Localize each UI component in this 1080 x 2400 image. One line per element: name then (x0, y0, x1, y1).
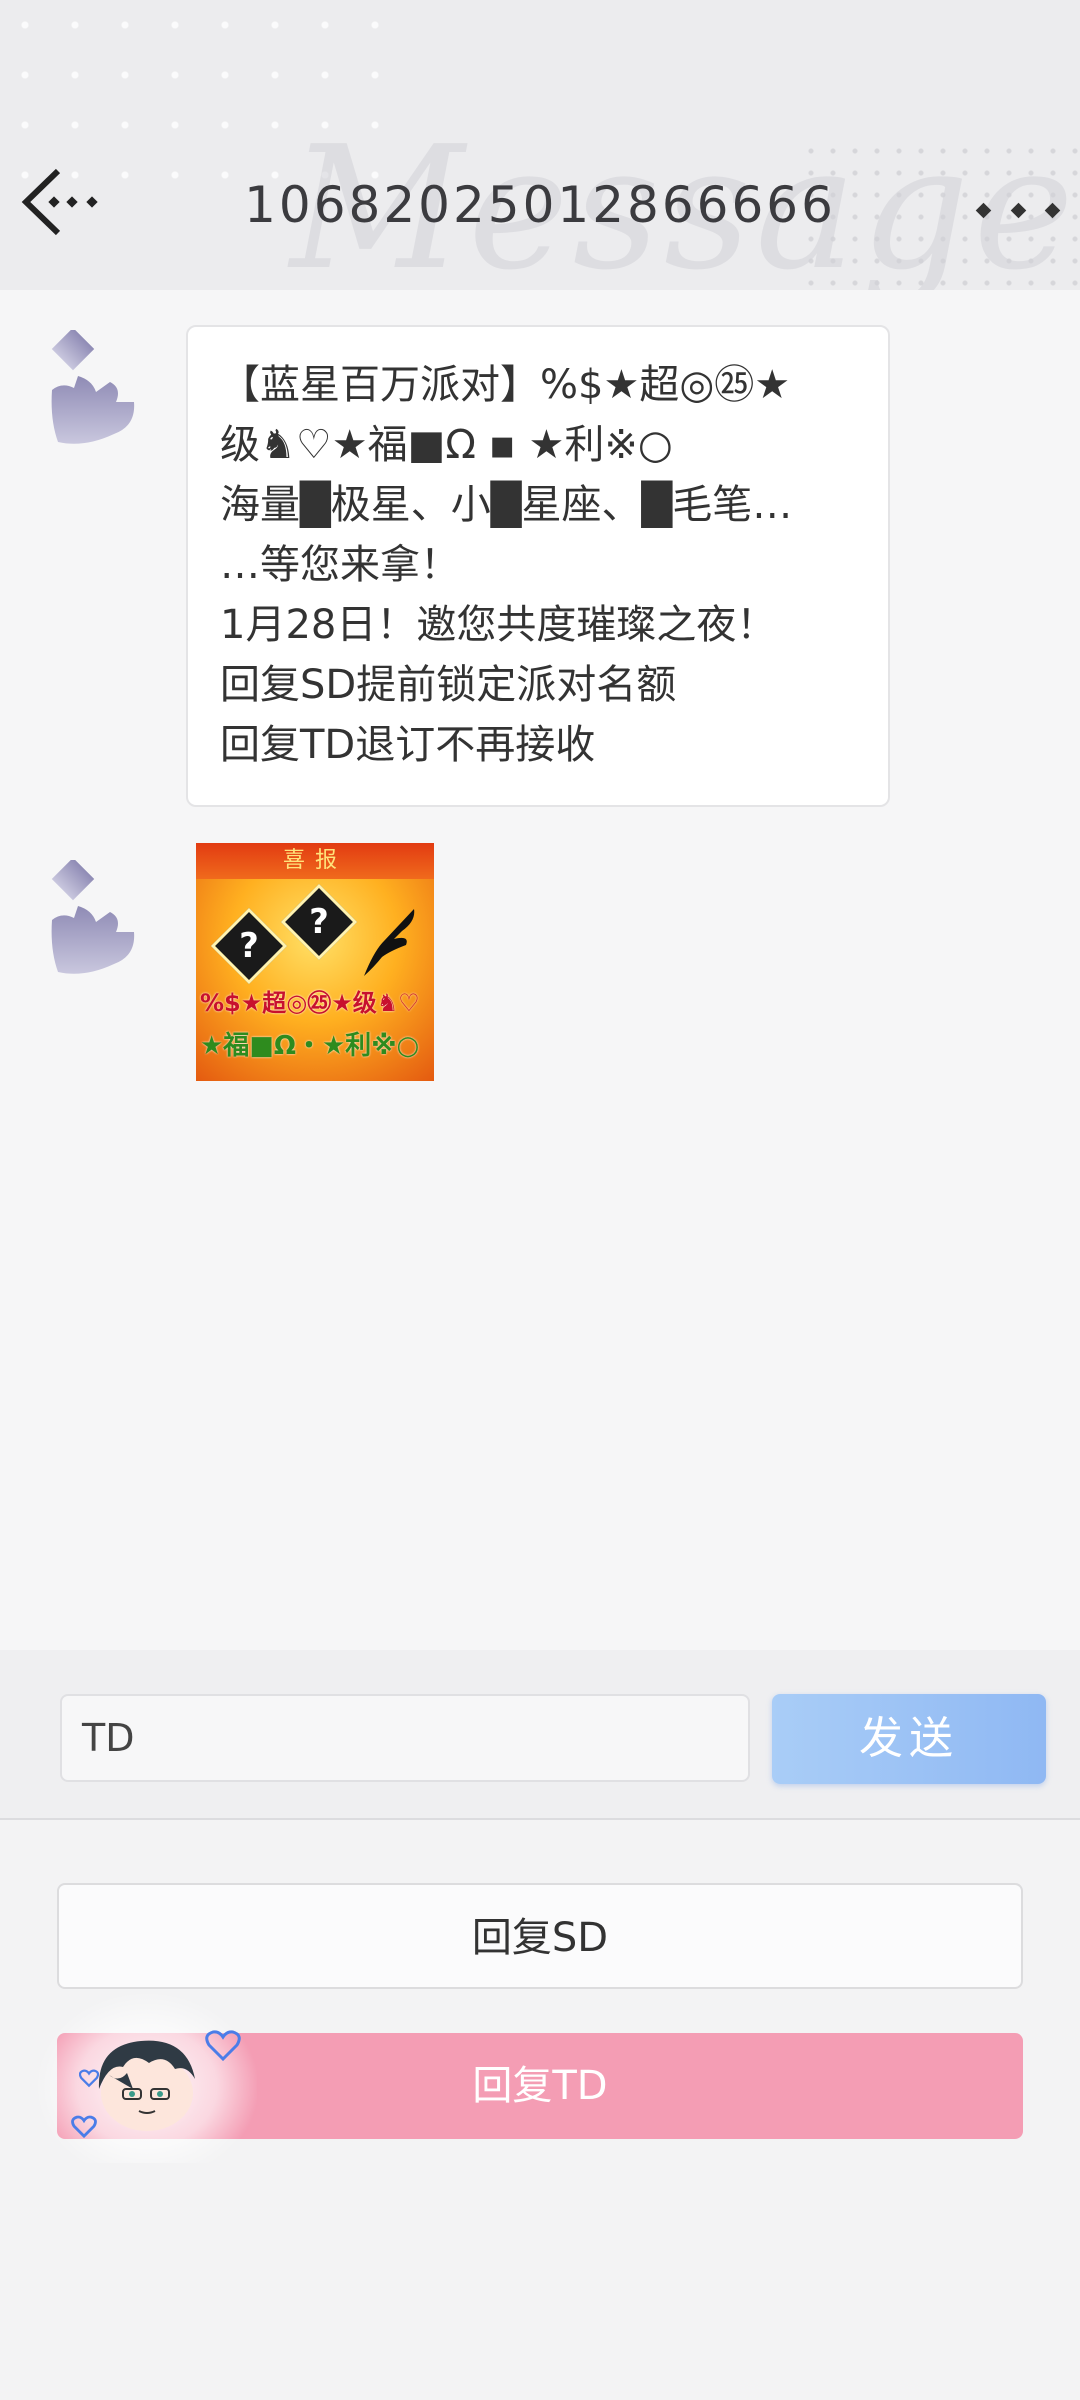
message-input[interactable]: TD (60, 1694, 750, 1782)
more-button[interactable] (975, 190, 1061, 230)
message-line: 回复TD退订不再接收 (220, 722, 596, 768)
more-dots-icon (975, 202, 992, 218)
send-button[interactable]: 发送 (772, 1694, 1046, 1784)
sender-avatar-icon (51, 857, 135, 974)
message-line: 海量█极星、小█星座、█毛笔… (220, 482, 793, 528)
sender-avatar (44, 327, 144, 460)
input-bar: TD 发送 (0, 1650, 1080, 1820)
message-line: 1月28日！邀您共度璀璨之夜！ (220, 602, 777, 648)
message-line: 级♞♡★福■Ω ▪ ★利※○ (220, 422, 673, 468)
message-line: 【蓝星百万派对】%$★超◎㉕★ (220, 362, 791, 408)
image-text-line: ★福■Ω・★利※○ (200, 1031, 420, 1061)
brush-stroke-icon (364, 909, 415, 976)
chibi-character-icon (37, 1993, 257, 2163)
heart-icon (71, 2115, 97, 2139)
chat-area[interactable]: 【蓝星百万派对】%$★超◎㉕★ 级♞♡★福■Ω ▪ ★利※○ 海量█极星、小█星… (0, 290, 1080, 1650)
reply-td-button[interactable]: 回复TD (37, 1993, 1023, 2163)
conversation-title: 10682025012866666 (244, 176, 836, 234)
message-bubble[interactable]: 【蓝星百万派对】%$★超◎㉕★ 级♞♡★福■Ω ▪ ★利※○ 海量█极星、小█星… (186, 325, 890, 807)
image-text-line: %$★超◎㉕★级♞♡ (200, 989, 420, 1017)
image-message[interactable]: 喜报 ? ? %$★超◎㉕★级♞♡ ★福■Ω・★利※○ (196, 843, 434, 1081)
message-line: 回复SD提前锁定派对名额 (220, 662, 677, 708)
message-line: …等您来拿！ (220, 542, 460, 588)
heart-icon (205, 2030, 241, 2062)
reply-td-label: 回复TD (472, 2063, 608, 2109)
header-bar: Message 10682025012866666 (0, 0, 1080, 290)
reply-sd-label: 回复SD (471, 1915, 609, 1961)
heart-icon (79, 2069, 99, 2088)
mystery-diamond-icon: ? (210, 907, 288, 985)
reply-sd-button[interactable]: 回复SD (57, 1883, 1023, 1989)
sender-avatar (44, 857, 144, 990)
image-banner: 喜报 (196, 843, 434, 879)
sender-avatar-icon (51, 327, 135, 444)
mystery-diamond-icon: ? (280, 883, 358, 961)
